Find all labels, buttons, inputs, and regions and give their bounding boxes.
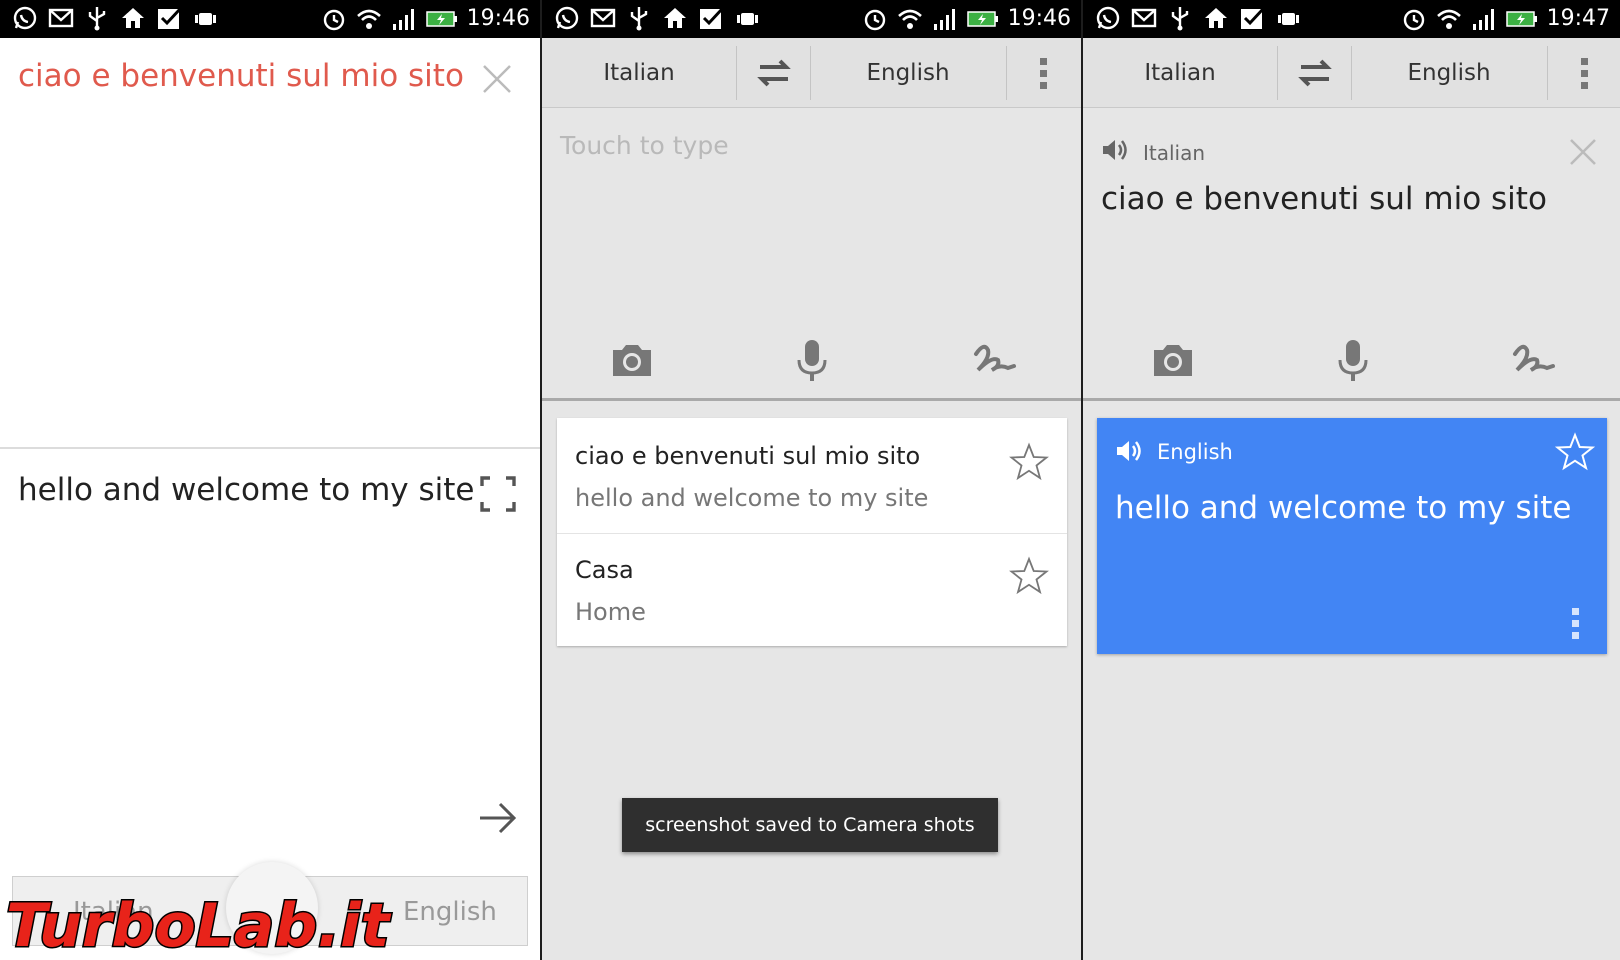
android-icon [1278,13,1299,25]
status-time: 19:46 [1007,6,1071,31]
arrow-right-icon[interactable] [478,800,518,836]
alarm-icon [323,9,344,31]
translation-text: hello and welcome to my site [18,472,475,508]
checkbox-icon [1241,7,1265,29]
turbolab-watermark-logo: TurboLab.it [6,890,393,959]
history-card: ciao e benvenuti sul mio sito hello and … [557,418,1067,646]
input-language-label: Italian [1143,141,1206,165]
overflow-menu-icon[interactable] [1038,56,1050,90]
status-bar: 19:47 [1083,0,1620,38]
source-text: ciao e benvenuti sul mio sito [18,58,464,94]
target-language-button[interactable]: English [1351,38,1547,108]
home-icon [1205,8,1227,28]
separator [1547,46,1548,100]
gmail-icon [590,8,616,28]
status-time: 19:47 [1546,6,1610,31]
svg-text:TurboLab.it: TurboLab.it [6,891,392,958]
checkbox-icon [158,7,182,29]
toast-message: screenshot saved to Camera shots [622,798,998,852]
list-item[interactable]: ciao e benvenuti sul mio sito hello and … [557,418,1067,534]
home-icon [664,8,686,28]
language-bar: Italian English [1083,38,1620,108]
signal-icon [392,9,414,30]
camera-icon[interactable] [1149,336,1197,384]
panel-history: 19:46 Italian English Touch to type ciao… [542,0,1081,960]
speaker-icon[interactable] [1115,438,1143,464]
input-tools [542,330,1081,390]
history-translation-text: Home [575,598,646,626]
close-icon[interactable] [480,62,514,96]
battery-icon [966,11,998,27]
speaker-icon[interactable] [1101,137,1129,163]
usb-icon [630,7,648,31]
result-language-label: English [1157,440,1233,464]
fullscreen-icon[interactable] [478,474,518,514]
whatsapp-icon [1096,6,1120,30]
whatsapp-icon [555,6,579,30]
translation-result-card[interactable]: English hello and welcome to my site [1097,418,1607,654]
star-icon[interactable] [1009,442,1049,482]
language-bar: Italian English [542,38,1081,108]
history-translation-text: hello and welcome to my site [575,484,929,512]
list-item[interactable]: Casa Home [557,534,1067,646]
overflow-menu-icon[interactable] [1579,56,1591,90]
divider [542,398,1081,401]
android-icon [195,13,216,25]
battery-icon [1505,11,1537,27]
target-language-button[interactable]: English [403,877,497,947]
star-icon[interactable] [1555,432,1595,472]
signal-icon [933,9,955,30]
wifi-icon [356,9,381,29]
close-icon[interactable] [1568,137,1598,167]
microphone-icon[interactable] [1329,336,1377,384]
separator [736,46,737,100]
input-text: ciao e benvenuti sul mio sito [1101,181,1547,217]
alarm-icon [1403,9,1424,31]
divider [1083,398,1620,401]
gmail-icon [48,8,74,28]
source-language-button[interactable]: Italian [1083,38,1277,108]
input-placeholder: Touch to type [560,131,729,160]
source-language-button[interactable]: Italian [542,38,736,108]
status-time: 19:46 [466,6,530,31]
result-text: hello and welcome to my site [1115,490,1572,526]
history-source-text: ciao e benvenuti sul mio sito [575,442,921,470]
whatsapp-icon [13,6,37,30]
separator [1277,46,1278,100]
target-language-button[interactable]: English [810,38,1006,108]
panel-fullscreen-translation: 19:46 ciao e benvenuti sul mio sito hell… [0,0,540,960]
separator [1006,46,1007,100]
microphone-icon[interactable] [788,336,836,384]
handwriting-icon[interactable] [970,336,1018,384]
status-bar: 19:46 [0,0,540,38]
battery-icon [425,11,457,27]
home-icon [122,8,144,28]
history-source-text: Casa [575,556,634,584]
star-icon[interactable] [1009,556,1049,596]
android-icon [737,13,758,25]
camera-icon[interactable] [608,336,656,384]
usb-icon [1171,7,1189,31]
usb-icon [88,7,106,31]
overflow-menu-icon[interactable] [1571,606,1581,640]
swap-icon[interactable] [754,55,794,91]
wifi-icon [1436,9,1461,29]
swap-icon[interactable] [1295,55,1335,91]
gmail-icon [1131,8,1157,28]
wifi-icon [897,9,922,29]
signal-icon [1472,9,1494,30]
input-tools [1083,330,1620,390]
alarm-icon [864,9,885,31]
handwriting-icon[interactable] [1509,336,1557,384]
divider [0,447,540,449]
status-bar: 19:46 [542,0,1081,38]
panel-result: 19:47 Italian English Italian ciao e ben… [1083,0,1620,960]
checkbox-icon [700,7,724,29]
